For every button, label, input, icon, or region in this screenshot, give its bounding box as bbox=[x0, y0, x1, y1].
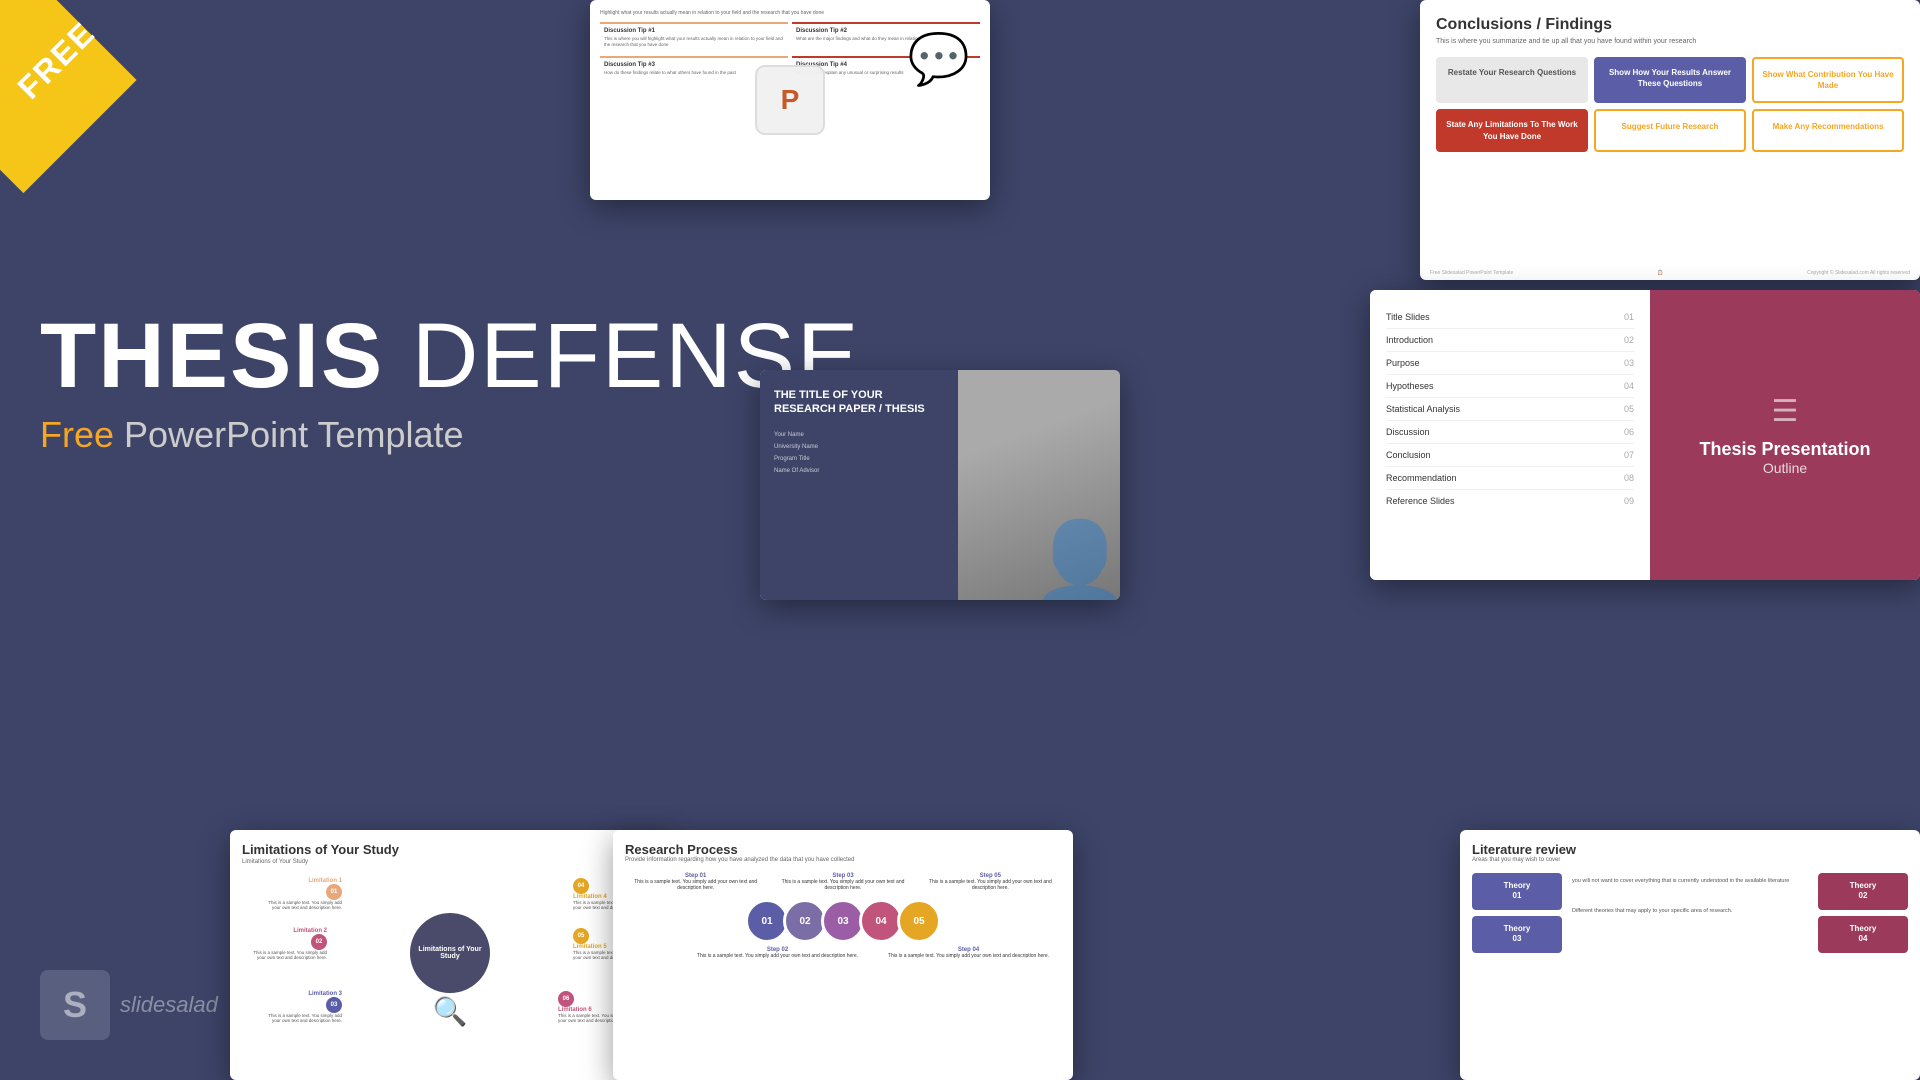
research-steps-bottom: Step 02 This is a sample text. You simpl… bbox=[625, 947, 1061, 959]
research-steps-top: Step 01 This is a sample text. You simpl… bbox=[625, 873, 1061, 891]
theory-04: Theory04 bbox=[1818, 916, 1908, 953]
paper-meta: Your Name University Name Program Title … bbox=[774, 429, 944, 477]
outline-item: Reference Slides09 bbox=[1386, 490, 1634, 512]
res-circle-5: 05 bbox=[897, 899, 941, 943]
subtitle-highlight: Free bbox=[40, 414, 114, 455]
outline-item: Introduction02 bbox=[1386, 329, 1634, 352]
conc-box-2: Show How Your Results Answer These Quest… bbox=[1594, 57, 1746, 103]
conclusions-subtitle: This is where you summarize and tie up a… bbox=[1436, 38, 1904, 45]
outline-item: Hypotheses04 bbox=[1386, 375, 1634, 398]
outline-item: Statistical Analysis05 bbox=[1386, 398, 1634, 421]
outline-item: Discussion06 bbox=[1386, 421, 1634, 444]
conc-box-1: Restate Your Research Questions bbox=[1436, 57, 1588, 103]
outline-item: Purpose03 bbox=[1386, 352, 1634, 375]
main-subtitle: Free PowerPoint Template bbox=[40, 414, 860, 456]
research-title: Research Process bbox=[625, 842, 1061, 857]
discussion-tip1: Discussion Tip #1 This is where you will… bbox=[600, 22, 788, 52]
research-sub: Provide information regarding how you ha… bbox=[625, 857, 1061, 863]
conclusions-footer: Free Slidesalad PowerPoint Template 📋 Co… bbox=[1420, 270, 1920, 276]
slide-research: Research Process Provide information reg… bbox=[613, 830, 1073, 1080]
paper-title: THE TITLE OF YOUR RESEARCH PAPER / THESI… bbox=[774, 388, 944, 417]
conc-box-4: State Any Limitations To The Work You Ha… bbox=[1436, 109, 1588, 151]
theory-03: Theory03 bbox=[1472, 916, 1562, 953]
conc-box-6: Make Any Recommendations bbox=[1752, 109, 1904, 151]
discussion-header: Highlight what your results actually mea… bbox=[600, 10, 980, 16]
ppt-icon: P bbox=[755, 65, 825, 135]
watermark-icon: S bbox=[40, 970, 110, 1040]
slide-literature: Literature review Areas that you may wis… bbox=[1460, 830, 1920, 1080]
limitations-sub: Limitations of Your Study bbox=[242, 859, 658, 865]
conc-box-5: Suggest Future Research bbox=[1594, 109, 1746, 151]
slide-title: THE TITLE OF YOUR RESEARCH PAPER / THESI… bbox=[760, 370, 1120, 600]
lim-center: Limitations of Your Study bbox=[410, 913, 490, 993]
limitations-title: Limitations of Your Study bbox=[242, 842, 658, 857]
outline-right-title: Thesis Presentation bbox=[1699, 439, 1870, 460]
theory-03-desc: Different theories that may apply to you… bbox=[1568, 903, 1812, 919]
limitations-diagram: Limitation 1 01 This is a sample text. Y… bbox=[242, 873, 658, 1033]
magnify-icon: 🔍 bbox=[433, 995, 468, 1028]
title-bold: THESIS bbox=[40, 305, 384, 407]
chat-bubble-icon: 💬 bbox=[908, 30, 970, 89]
theory-01-desc: you will not want to cover everything th… bbox=[1568, 873, 1812, 889]
literature-title: Literature review bbox=[1472, 842, 1908, 857]
outline-item: Conclusion07 bbox=[1386, 444, 1634, 467]
main-title-block: THESIS DEFENSE Free PowerPoint Template bbox=[40, 310, 860, 456]
outline-item: Title Slides01 bbox=[1386, 306, 1634, 329]
slide-outline: Title Slides01Introduction02Purpose03Hyp… bbox=[1370, 290, 1920, 580]
slide-conclusions: Conclusions / Findings This is where you… bbox=[1420, 0, 1920, 280]
watermark-name: slidesalad bbox=[120, 992, 218, 1018]
outline-item: Recommendation08 bbox=[1386, 467, 1634, 490]
lim-item-2: Limitation 2 02 This is a sample text. Y… bbox=[247, 928, 327, 960]
conc-box-3: Show What Contribution You Have Made bbox=[1752, 57, 1904, 103]
subtitle-rest: PowerPoint Template bbox=[114, 414, 464, 455]
watermark: S slidesalad bbox=[40, 970, 218, 1040]
person-image bbox=[958, 370, 1120, 600]
literature-sub: Areas that you may wish to cover bbox=[1472, 857, 1908, 863]
theory-02: Theory02 bbox=[1818, 873, 1908, 910]
slide-limitations: Limitations of Your Study Limitations of… bbox=[230, 830, 670, 1080]
theory-01: Theory01 bbox=[1472, 873, 1562, 910]
slide-discussion: Highlight what your results actually mea… bbox=[590, 0, 990, 200]
conclusions-title: Conclusions / Findings bbox=[1436, 16, 1904, 34]
lim-item-3: Limitation 3 03 This is a sample text. Y… bbox=[262, 991, 342, 1023]
outline-right-sub: Outline bbox=[1763, 460, 1807, 476]
lim-item-1: Limitation 1 01 This is a sample text. Y… bbox=[262, 878, 342, 910]
outline-icon: ☰ bbox=[1772, 394, 1799, 429]
